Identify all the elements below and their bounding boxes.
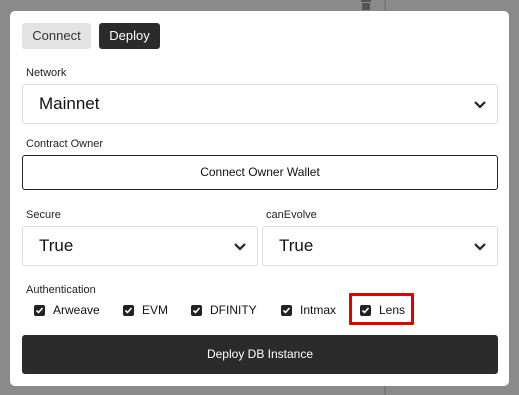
- auth-checkbox-intmax[interactable]: Intmax: [281, 302, 336, 318]
- deploy-modal: Connect Deploy Network Mainnet Contract …: [10, 11, 509, 386]
- connect-owner-wallet-button[interactable]: Connect Owner Wallet: [22, 155, 498, 190]
- network-selected-value: Mainnet: [39, 94, 100, 113]
- auth-checkbox-lens[interactable]: Lens: [360, 302, 405, 318]
- chevron-down-icon: [473, 98, 487, 110]
- secure-select[interactable]: True: [22, 226, 258, 266]
- can-evolve-select[interactable]: True: [262, 226, 498, 266]
- auth-checkbox-evm[interactable]: EVM: [123, 302, 168, 318]
- checkbox-label: Intmax: [300, 303, 337, 317]
- checkbox-checked-icon: [123, 304, 134, 316]
- tab-deploy[interactable]: Deploy: [99, 23, 160, 49]
- network-select[interactable]: Mainnet: [22, 84, 498, 124]
- can-evolve-selected-value: True: [279, 236, 314, 255]
- checkbox-checked-icon: [191, 304, 202, 316]
- checkbox-label: Arweave: [53, 303, 100, 317]
- checkbox-label: EVM: [142, 303, 169, 317]
- auth-checkbox-arweave[interactable]: Arweave: [34, 302, 100, 318]
- auth-checkbox-dfinity[interactable]: DFINITY: [191, 302, 257, 318]
- secure-label: Secure: [26, 209, 61, 221]
- can-evolve-label: canEvolve: [266, 209, 317, 221]
- authentication-label: Authentication: [26, 284, 96, 296]
- chevron-down-icon: [233, 240, 247, 252]
- checkbox-checked-icon: [360, 304, 371, 316]
- trash-icon: [360, 0, 374, 10]
- secure-selected-value: True: [39, 236, 74, 255]
- contract-owner-label: Contract Owner: [26, 138, 104, 150]
- checkbox-label: Lens: [379, 303, 406, 317]
- checkbox-checked-icon: [281, 304, 292, 316]
- network-label: Network: [26, 67, 67, 79]
- tab-connect[interactable]: Connect: [22, 23, 91, 49]
- chevron-down-icon: [473, 240, 487, 252]
- checkbox-checked-icon: [34, 304, 45, 316]
- deploy-db-instance-button[interactable]: Deploy DB Instance: [22, 335, 498, 374]
- checkbox-label: DFINITY: [210, 303, 257, 317]
